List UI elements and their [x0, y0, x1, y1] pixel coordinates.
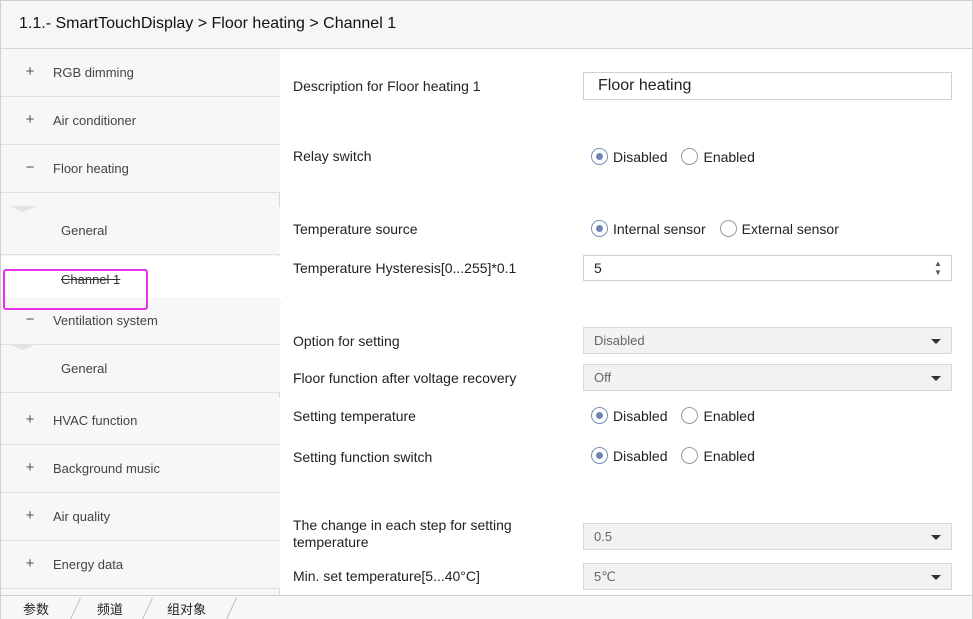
sidebar-item-label: Channel 1: [61, 272, 121, 287]
app-window: 1.1.- SmartTouchDisplay > Floor heating …: [0, 0, 973, 619]
sidebar-item-label: Air conditioner: [53, 113, 137, 128]
tab-divider: [226, 598, 237, 619]
tab-channels[interactable]: 频道: [97, 599, 123, 618]
select-value: Off: [594, 370, 612, 385]
option-for-setting-select[interactable]: Disabled: [583, 327, 952, 354]
internal-sensor-radio[interactable]: Internal sensor: [591, 219, 706, 239]
tab-divider: [70, 598, 81, 619]
sidebar-item-label: Background music: [53, 461, 160, 476]
tree-notch: [9, 344, 37, 350]
setting-function-switch-radio-group: Disabled Enabled: [591, 446, 769, 466]
sidebar-item-label: Energy data: [53, 557, 124, 572]
hysteresis-stepper[interactable]: 5 ▲ ▼: [583, 255, 952, 281]
sidebar-item-label: Ventilation system: [53, 313, 158, 328]
change-step-label: The change in each step for setting temp…: [293, 517, 512, 550]
sidebar-item-ventilation-general[interactable]: General: [1, 344, 280, 393]
expand-icon[interactable]: +: [23, 111, 37, 128]
sidebar-item-air-quality[interactable]: + Air quality: [1, 493, 280, 541]
radio-selected-icon: [591, 220, 608, 237]
select-value: 0.5: [594, 529, 613, 544]
hysteresis-value: 5: [594, 260, 602, 276]
setting-temperature-label: Setting temperature: [293, 408, 416, 424]
title-bar: 1.1.- SmartTouchDisplay > Floor heating …: [1, 1, 972, 49]
radio-selected-icon: [591, 148, 608, 165]
setting-function-switch-disabled-radio[interactable]: Disabled: [591, 446, 667, 466]
stepper-arrows[interactable]: ▲ ▼: [933, 259, 943, 277]
setting-function-switch-enabled-radio[interactable]: Enabled: [681, 446, 755, 466]
collapse-icon[interactable]: −: [23, 159, 37, 176]
sidebar-item-ventilation-system[interactable]: − Ventilation system: [1, 297, 280, 345]
radio-selected-icon: [591, 447, 608, 464]
min-set-temperature-label: Min. set temperature[5...40°C]: [293, 568, 480, 584]
radio-empty-icon: [681, 148, 699, 165]
radio-empty-icon: [681, 447, 699, 464]
setting-temperature-radio-group: Disabled Enabled: [591, 406, 769, 426]
sidebar-item-label: General: [61, 361, 108, 376]
setting-temperature-disabled-radio[interactable]: Disabled: [591, 406, 667, 426]
sidebar-item-label: Air quality: [53, 509, 111, 524]
sidebar-item-label: Floor heating: [53, 161, 129, 176]
expand-icon[interactable]: +: [23, 63, 37, 80]
floor-function-label: Floor function after voltage recovery: [293, 370, 517, 386]
tab-divider: [142, 598, 153, 619]
tree-notch: [9, 206, 37, 212]
chevron-down-icon: [931, 339, 941, 344]
tab-parameters[interactable]: 参数: [23, 599, 49, 618]
setting-temperature-enabled-radio[interactable]: Enabled: [681, 406, 755, 426]
sidebar-item-air-conditioner[interactable]: + Air conditioner: [1, 97, 280, 145]
setting-function-switch-label: Setting function switch: [293, 449, 433, 465]
sidebar-item-floor-heating-general[interactable]: General: [1, 206, 280, 255]
chevron-down-icon: [931, 535, 941, 540]
expand-icon[interactable]: +: [23, 459, 37, 476]
temperature-source-label: Temperature source: [293, 221, 418, 237]
chevron-down-icon: [931, 575, 941, 580]
temperature-source-radio-group: Internal sensor External sensor: [591, 219, 853, 239]
tab-group-objects[interactable]: 组对象: [167, 599, 206, 618]
sidebar-item-hvac-function[interactable]: + HVAC function: [1, 397, 280, 445]
change-step-select[interactable]: 0.5: [583, 523, 952, 550]
radio-selected-icon: [591, 407, 608, 424]
description-field[interactable]: Floor heating: [583, 72, 952, 100]
chevron-down-icon: [931, 376, 941, 381]
stepper-down-icon[interactable]: ▼: [933, 268, 943, 277]
expand-icon[interactable]: +: [23, 411, 37, 428]
relay-switch-label: Relay switch: [293, 148, 372, 164]
external-sensor-radio[interactable]: External sensor: [719, 219, 839, 239]
sidebar-item-label: General: [61, 223, 108, 238]
relay-switch-enabled-radio[interactable]: Enabled: [681, 147, 755, 167]
select-value: Disabled: [594, 333, 645, 348]
parameter-panel: Description for Floor heating 1 Floor he…: [281, 49, 972, 595]
select-value: 5℃: [594, 569, 616, 584]
relay-switch-radio-group: Disabled Enabled: [591, 147, 769, 167]
option-for-setting-label: Option for setting: [293, 333, 400, 349]
sidebar: + RGB dimming + Air conditioner − Floor …: [1, 49, 281, 595]
description-label: Description for Floor heating 1: [293, 78, 481, 94]
collapse-icon[interactable]: −: [23, 311, 37, 328]
hysteresis-label: Temperature Hysteresis[0...255]*0.1: [293, 260, 517, 276]
relay-switch-disabled-radio[interactable]: Disabled: [591, 147, 667, 167]
radio-empty-icon: [719, 220, 737, 237]
floor-function-select[interactable]: Off: [583, 364, 952, 391]
sidebar-item-background-music[interactable]: + Background music: [1, 445, 280, 493]
sidebar-item-label: HVAC function: [53, 413, 138, 428]
sidebar-item-rgb-dimming[interactable]: + RGB dimming: [1, 49, 280, 97]
expand-icon[interactable]: +: [23, 555, 37, 572]
sidebar-item-label: RGB dimming: [53, 65, 134, 80]
radio-empty-icon: [681, 407, 699, 424]
sidebar-item-energy-data[interactable]: + Energy data: [1, 541, 280, 589]
bottom-tab-bar: 参数 频道 组对象: [1, 595, 972, 619]
stepper-up-icon[interactable]: ▲: [933, 259, 943, 268]
expand-icon[interactable]: +: [23, 507, 37, 524]
sidebar-item-floor-heating[interactable]: − Floor heating: [1, 145, 280, 193]
breadcrumb: 1.1.- SmartTouchDisplay > Floor heating …: [19, 15, 397, 32]
min-set-temperature-select[interactable]: 5℃: [583, 563, 952, 590]
